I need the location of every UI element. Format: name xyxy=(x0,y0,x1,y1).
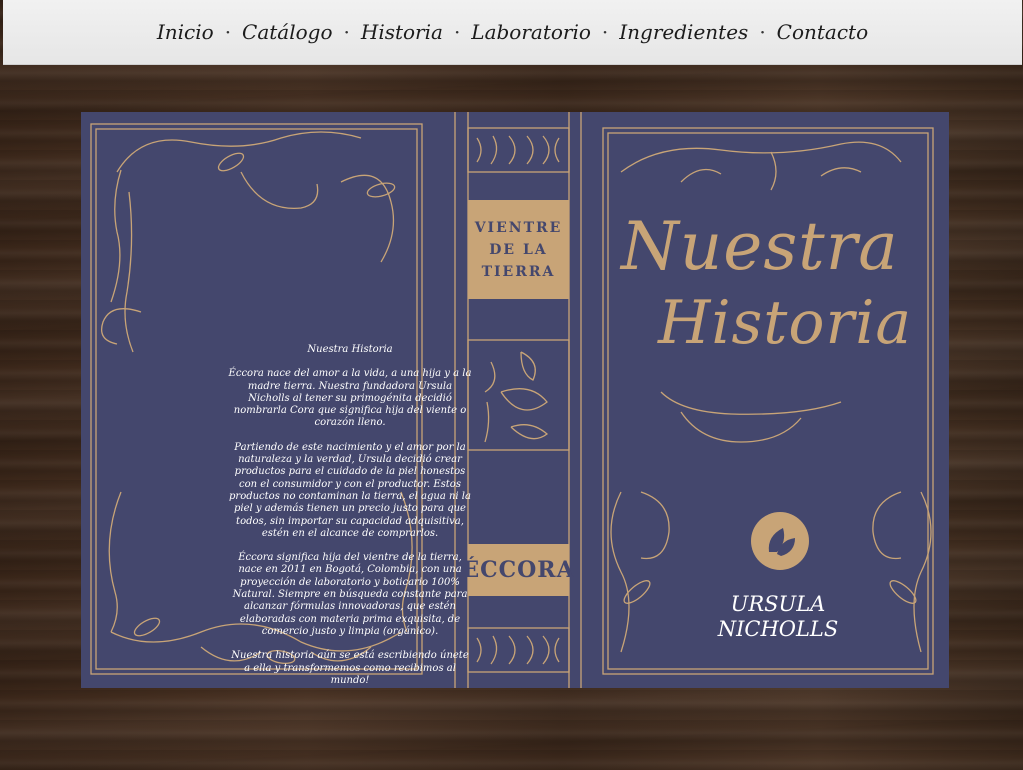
nav-link-historia[interactable]: Historia xyxy=(361,20,443,44)
book-cover-image: Nuestra Historia Éccora nace del amor a … xyxy=(81,112,949,688)
nav-separator: · xyxy=(224,20,232,44)
nav-separator: · xyxy=(601,20,609,44)
nav-link-catalogo[interactable]: Catálogo xyxy=(242,20,332,44)
back-cover-paragraph: Nuestra historia aún se está escribiendo… xyxy=(231,650,469,686)
back-cover-heading: Nuestra Historia xyxy=(307,344,393,355)
nav-separator: · xyxy=(759,20,766,44)
back-cover-paragraph: Éccora significa hija del vientre de la … xyxy=(232,552,468,637)
brand-logo: ÉCCORA xyxy=(462,557,575,583)
front-title-line2: Historia xyxy=(658,288,913,358)
leaf-icon xyxy=(751,512,809,570)
spine-title-line: TIERRA xyxy=(481,263,556,280)
spine-logo-box: ÉCCORA xyxy=(462,544,574,596)
nav-link-ingredientes[interactable]: Ingredientes xyxy=(619,20,748,44)
back-cover-paragraph: Éccora nace del amor a la vida, a una hi… xyxy=(228,368,472,429)
back-cover-text: Nuestra Historia Éccora nace del amor a … xyxy=(227,344,473,699)
nav-link-laboratorio[interactable]: Laboratorio xyxy=(471,20,591,44)
spine-title-line: DE LA xyxy=(489,241,548,258)
front-author: URSULA NICHOLLS xyxy=(700,592,856,642)
nav-link-contacto[interactable]: Contacto xyxy=(777,20,868,44)
top-navigation-bar: Inicio · Catálogo · Historia · Laborator… xyxy=(3,0,1022,65)
nav-link-inicio[interactable]: Inicio xyxy=(157,20,214,44)
nav-separator: · xyxy=(453,20,461,44)
front-title-line1: Nuestra xyxy=(621,208,899,285)
back-cover-paragraph: Partiendo de este nacimiento y el amor p… xyxy=(229,441,471,539)
nav-list: Inicio · Catálogo · Historia · Laborator… xyxy=(157,20,868,44)
spine-title-box: VIENTRE DE LA TIERRA xyxy=(468,200,569,299)
nav-separator: · xyxy=(343,20,350,44)
author-last-name: NICHOLLS xyxy=(717,617,839,641)
spine-title-line: VIENTRE xyxy=(474,219,563,236)
author-first-name: URSULA xyxy=(730,592,826,616)
